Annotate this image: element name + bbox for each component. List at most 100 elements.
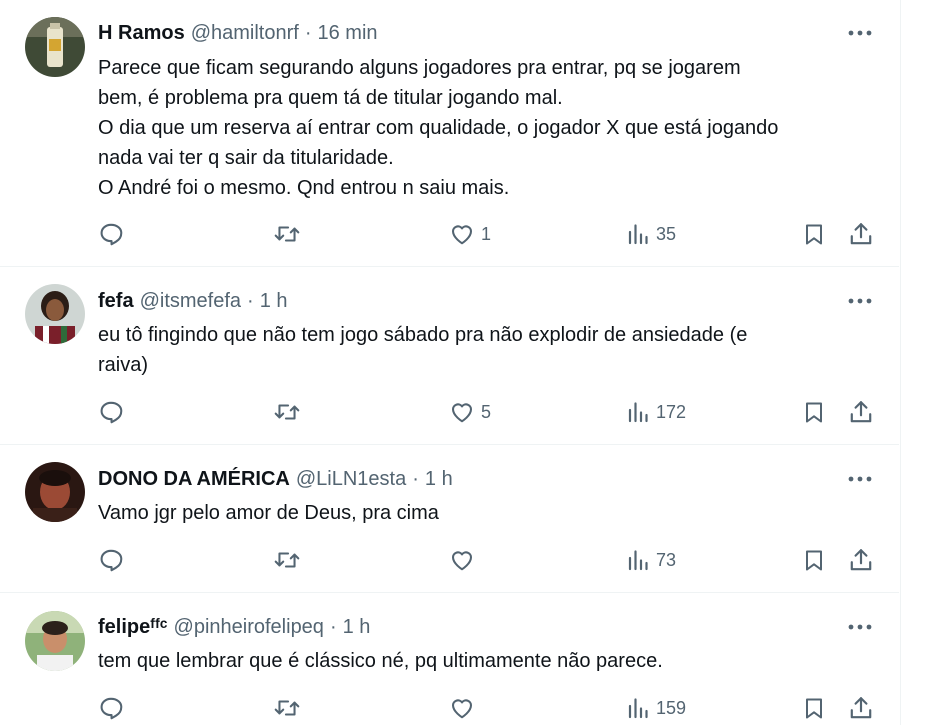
- avatar[interactable]: [25, 611, 85, 671]
- avatar[interactable]: [25, 284, 85, 344]
- bookmark-icon: [806, 550, 822, 571]
- tweet-header: DONO DA AMÉRICA @LiLN1esta · 1 h: [98, 466, 453, 492]
- reply-icon: [100, 697, 123, 720]
- share-button[interactable]: [848, 693, 874, 723]
- avatar[interactable]: [25, 462, 85, 522]
- tweet-actions: 73: [98, 545, 878, 575]
- tweet-item[interactable]: fefa @itsmefefa · 1 h eu tô fingindo que…: [0, 267, 899, 445]
- author-handle[interactable]: @itsmefefa: [140, 290, 241, 313]
- separator: ·: [247, 289, 254, 312]
- tweet-item[interactable]: felipeᶠᶠᶜ @pinheirofelipeq · 1 h tem que…: [0, 593, 899, 725]
- bookmark-button[interactable]: [802, 545, 826, 575]
- views-chart-icon: [628, 698, 648, 719]
- retweet-button[interactable]: [273, 693, 307, 723]
- separator: ·: [304, 21, 312, 44]
- timestamp[interactable]: 1 h: [260, 290, 288, 313]
- share-button[interactable]: [848, 545, 874, 575]
- view-count: 159: [656, 697, 687, 718]
- like-button[interactable]: 1: [449, 219, 491, 249]
- author-handle[interactable]: @LiLN1esta: [296, 468, 406, 491]
- views-chart-icon: [628, 402, 648, 423]
- heart-icon: [451, 551, 473, 571]
- tweet-header: fefa @itsmefefa · 1 h: [98, 288, 288, 314]
- more-options-button[interactable]: [847, 466, 873, 492]
- separator: ·: [329, 615, 337, 638]
- more-options-button[interactable]: [847, 20, 873, 46]
- tweet-text-line: eu tô fingindo que não tem jogo sábado p…: [98, 324, 748, 346]
- view-count: 35: [656, 223, 677, 244]
- timeline-feed: H Ramos @hamiltonrf · 16 min Parece que …: [0, 0, 901, 725]
- views-button[interactable]: 159: [626, 693, 686, 723]
- bookmark-button[interactable]: [802, 693, 826, 723]
- tweet-text-line: bem, é problema pra quem tá de titular j…: [98, 87, 563, 109]
- view-count: 172: [656, 401, 687, 422]
- more-options-button[interactable]: [847, 614, 873, 640]
- tweet-text-line: O dia que um reserva aí entrar com quali…: [98, 117, 779, 139]
- bookmark-button[interactable]: [802, 219, 826, 249]
- views-button[interactable]: 35: [626, 219, 676, 249]
- bookmark-button[interactable]: [802, 397, 826, 427]
- tweet-text: eu tô fingindo que não tem jogo sábado p…: [98, 320, 888, 380]
- retweet-icon: [274, 552, 300, 568]
- reply-icon: [100, 223, 123, 246]
- timestamp[interactable]: 16 min: [318, 22, 378, 45]
- timestamp[interactable]: 1 h: [425, 468, 453, 491]
- more-dots-icon: [848, 30, 872, 36]
- like-button[interactable]: [449, 545, 481, 575]
- reply-button[interactable]: [98, 219, 130, 249]
- share-button[interactable]: [848, 219, 874, 249]
- retweet-button[interactable]: [273, 219, 307, 249]
- more-dots-icon: [848, 298, 872, 304]
- avatar[interactable]: [25, 17, 85, 77]
- author-name[interactable]: fefa: [98, 290, 134, 313]
- tweet-header: H Ramos @hamiltonrf · 16 min: [98, 20, 378, 46]
- views-button[interactable]: 73: [626, 545, 676, 575]
- like-button[interactable]: [449, 693, 481, 723]
- share-icon: [850, 697, 872, 719]
- tweet-text-line: nada vai ter q sair da titularidade.: [98, 147, 394, 169]
- retweet-icon: [274, 404, 300, 420]
- heart-icon: [451, 225, 473, 245]
- bookmark-icon: [806, 698, 822, 719]
- author-handle[interactable]: @pinheirofelipeq: [174, 616, 324, 639]
- avatar-image: [25, 611, 85, 671]
- tweet-text-line: O André foi o mesmo. Qnd entrou n saiu m…: [98, 177, 510, 199]
- share-icon: [850, 549, 872, 571]
- author-name[interactable]: felipeᶠᶠᶜ: [98, 616, 168, 639]
- bookmark-icon: [806, 402, 822, 423]
- reply-button[interactable]: [98, 545, 130, 575]
- retweet-button[interactable]: [273, 397, 307, 427]
- reply-button[interactable]: [98, 397, 130, 427]
- more-options-button[interactable]: [847, 288, 873, 314]
- more-dots-icon: [848, 624, 872, 630]
- tweet-item[interactable]: DONO DA AMÉRICA @LiLN1esta · 1 h Vamo jg…: [0, 445, 899, 593]
- timestamp[interactable]: 1 h: [343, 616, 371, 639]
- share-icon: [850, 223, 872, 245]
- more-dots-icon: [848, 476, 872, 482]
- avatar-image: [25, 462, 85, 522]
- retweet-button[interactable]: [273, 545, 307, 575]
- separator: ·: [412, 467, 419, 490]
- tweet-item[interactable]: H Ramos @hamiltonrf · 16 min Parece que …: [0, 0, 899, 267]
- bookmark-icon: [806, 224, 822, 245]
- author-name[interactable]: H Ramos: [98, 22, 185, 45]
- views-chart-icon: [628, 224, 648, 245]
- tweet-text: Vamo jgr pelo amor de Deus, pra cima: [98, 498, 888, 528]
- share-button[interactable]: [848, 397, 874, 427]
- like-button[interactable]: 5: [449, 397, 491, 427]
- retweet-icon: [274, 700, 300, 716]
- view-count: 73: [656, 549, 677, 570]
- tweet-text: Parece que ficam segurando alguns jogado…: [98, 53, 888, 203]
- tweet-text-line: tem que lembrar que é clássico né, pq ul…: [98, 650, 663, 672]
- author-name[interactable]: DONO DA AMÉRICA: [98, 468, 290, 491]
- author-handle[interactable]: @hamiltonrf: [191, 22, 299, 45]
- avatar-image: [25, 284, 85, 344]
- retweet-icon: [274, 226, 300, 242]
- heart-icon: [451, 403, 473, 423]
- like-count: 5: [481, 401, 492, 422]
- like-count: 1: [481, 223, 492, 244]
- tweet-text-line: raiva): [98, 354, 149, 376]
- reply-button[interactable]: [98, 693, 130, 723]
- tweet-header: felipeᶠᶠᶜ @pinheirofelipeq · 1 h: [98, 614, 370, 640]
- views-button[interactable]: 172: [626, 397, 686, 427]
